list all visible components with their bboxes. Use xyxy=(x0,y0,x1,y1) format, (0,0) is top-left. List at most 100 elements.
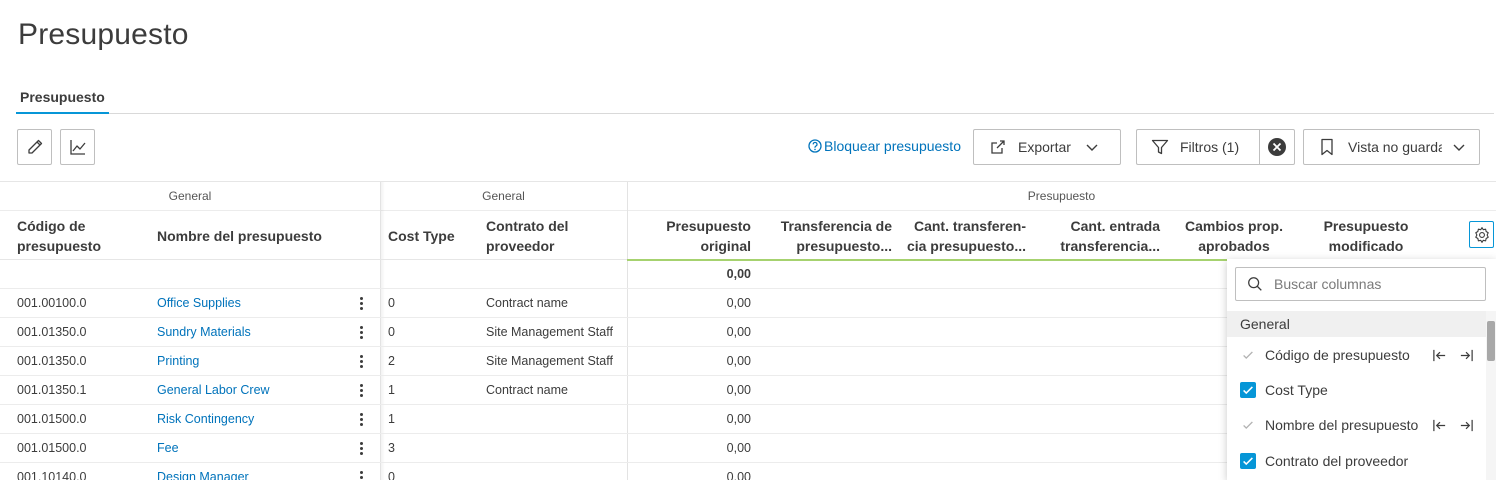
column-header-code[interactable]: Código de presupuesto xyxy=(17,213,147,259)
header-line: presupuesto xyxy=(17,238,102,254)
column-header-transfer[interactable]: Transferencia de presupuesto... xyxy=(762,213,892,259)
cell-name-link[interactable]: Risk Contingency xyxy=(157,405,347,434)
header-line: original xyxy=(700,238,751,254)
cell-name-link[interactable]: Office Supplies xyxy=(157,289,347,318)
pin-left-icon[interactable] xyxy=(1432,348,1447,363)
header-line: aprobados xyxy=(1198,238,1270,254)
header-line: Presupuesto xyxy=(666,218,751,234)
cell-name-link[interactable]: Fee xyxy=(157,434,347,463)
column-header-transfer-in[interactable]: Cant. entrada transferencia... xyxy=(1036,213,1160,259)
saved-view-dropdown[interactable]: Vista no guardada xyxy=(1303,129,1480,165)
clear-filters-button[interactable] xyxy=(1259,129,1295,165)
help-circle-icon xyxy=(808,139,822,153)
panel-group-general: General xyxy=(1227,311,1486,337)
column-header-modified[interactable]: Presupuesto modificado xyxy=(1305,213,1427,259)
cell-name-link[interactable]: Sundry Materials xyxy=(157,318,347,347)
header-line: Contrato del xyxy=(486,218,569,234)
tab-presupuesto[interactable]: Presupuesto xyxy=(16,84,109,114)
toolbar: Bloquear presupuesto Exportar Filtros (1… xyxy=(0,128,1496,168)
column-search-box[interactable] xyxy=(1235,267,1486,301)
cell-name-link[interactable]: General Labor Crew xyxy=(157,376,347,405)
cell-code: 001.00100.0 xyxy=(17,296,87,310)
header-line: Cant. transferen- xyxy=(913,218,1026,234)
column-option-name[interactable]: Nombre del presupuesto xyxy=(1227,408,1486,442)
header-line: cia presupuesto... xyxy=(906,238,1026,254)
cell-name-link[interactable]: Design Manager xyxy=(157,463,347,480)
cell-contract: Contract name xyxy=(486,296,568,310)
cell-cost-type: 0 xyxy=(388,470,395,480)
cell-code: 001.01500.0 xyxy=(17,441,87,455)
cell-code: 001.01350.0 xyxy=(17,354,87,368)
row-menu-icon[interactable] xyxy=(356,470,366,480)
header-line: Cost Type xyxy=(388,228,455,244)
cell-original: 0,00 xyxy=(726,296,751,310)
column-option-label: Código de presupuesto xyxy=(1265,347,1410,363)
page-title: Presupuesto xyxy=(18,18,189,51)
cell-contract: Site Management Staff xyxy=(486,325,613,339)
column-header-name[interactable]: Nombre del presupuesto xyxy=(157,213,357,259)
column-option-cost-type[interactable]: Cost Type xyxy=(1227,373,1486,407)
checkbox-disabled-checked xyxy=(1240,347,1256,363)
pencil-icon xyxy=(27,139,42,154)
checkmark-icon xyxy=(1243,386,1253,395)
header-line: Nombre del presupuesto xyxy=(157,228,322,244)
header-line: modificado xyxy=(1328,238,1404,254)
cell-original: 0,00 xyxy=(726,325,751,339)
share-export-icon xyxy=(991,140,1005,154)
pin-right-icon[interactable] xyxy=(1459,348,1474,363)
column-search-input[interactable] xyxy=(1274,276,1484,292)
checkbox-checked[interactable] xyxy=(1240,453,1256,469)
cell-cost-type: 0 xyxy=(388,296,395,310)
row-menu-icon[interactable] xyxy=(356,383,366,399)
checkbox-checked[interactable] xyxy=(1240,382,1256,398)
pin-controls xyxy=(1432,418,1474,433)
column-option-label: Cost Type xyxy=(1265,382,1328,398)
column-header-contract[interactable]: Contrato del proveedor xyxy=(486,213,622,259)
saved-view-label: Vista no guardada xyxy=(1348,139,1442,155)
pin-right-icon[interactable] xyxy=(1459,418,1474,433)
cell-cost-type: 3 xyxy=(388,441,395,455)
tab-bar: Presupuesto xyxy=(16,84,1494,114)
panel-scrollbar-thumb[interactable] xyxy=(1487,321,1495,361)
row-menu-icon[interactable] xyxy=(356,354,366,370)
column-settings-button[interactable] xyxy=(1469,221,1494,248)
cell-original: 0,00 xyxy=(726,441,751,455)
cell-code: 001.01350.1 xyxy=(17,383,87,397)
cell-original: 0,00 xyxy=(726,412,751,426)
row-menu-icon[interactable] xyxy=(356,441,366,457)
total-original: 0,00 xyxy=(726,267,751,281)
header-line: proveedor xyxy=(486,238,555,254)
row-menu-icon[interactable] xyxy=(356,412,366,428)
pin-left-icon[interactable] xyxy=(1432,418,1447,433)
lock-budget-label: Bloquear presupuesto xyxy=(824,138,961,154)
bookmark-icon xyxy=(1321,138,1333,156)
funnel-icon xyxy=(1151,139,1169,155)
edit-button[interactable] xyxy=(17,129,52,165)
column-group-general: General xyxy=(380,182,627,211)
cell-code: 001.01350.0 xyxy=(17,325,87,339)
header-line: Transferencia de xyxy=(780,218,892,234)
filters-button[interactable]: Filtros (1) xyxy=(1136,129,1260,165)
export-label: Exportar xyxy=(1018,139,1071,155)
column-option-contract[interactable]: Contrato del proveedor xyxy=(1227,444,1486,478)
column-header-transfer-qty[interactable]: Cant. transferen-cia presupuesto... xyxy=(898,213,1026,259)
chart-button[interactable] xyxy=(60,129,95,165)
column-header-cost-type[interactable]: Cost Type xyxy=(388,213,478,259)
header-line: Presupuesto xyxy=(1323,218,1409,234)
column-option-code[interactable]: Código de presupuesto xyxy=(1227,338,1486,372)
header-line: Código de xyxy=(17,218,86,234)
cell-name-link[interactable]: Printing xyxy=(157,347,347,376)
cell-original: 0,00 xyxy=(726,470,751,480)
chevron-down-icon xyxy=(1086,144,1098,151)
cell-cost-type: 2 xyxy=(388,354,395,368)
column-header-original[interactable]: Presupuesto original xyxy=(640,213,751,259)
export-button[interactable]: Exportar xyxy=(973,129,1121,165)
header-line: Cant. entrada xyxy=(1070,218,1160,234)
row-menu-icon[interactable] xyxy=(356,296,366,312)
header-line: transferencia... xyxy=(1060,238,1160,254)
row-menu-icon[interactable] xyxy=(356,325,366,341)
cell-contract xyxy=(486,405,622,434)
lock-budget-link[interactable]: Bloquear presupuesto xyxy=(808,138,961,154)
column-header-changes[interactable]: Cambios prop. aprobados xyxy=(1170,213,1298,259)
close-circle-icon xyxy=(1268,138,1286,156)
